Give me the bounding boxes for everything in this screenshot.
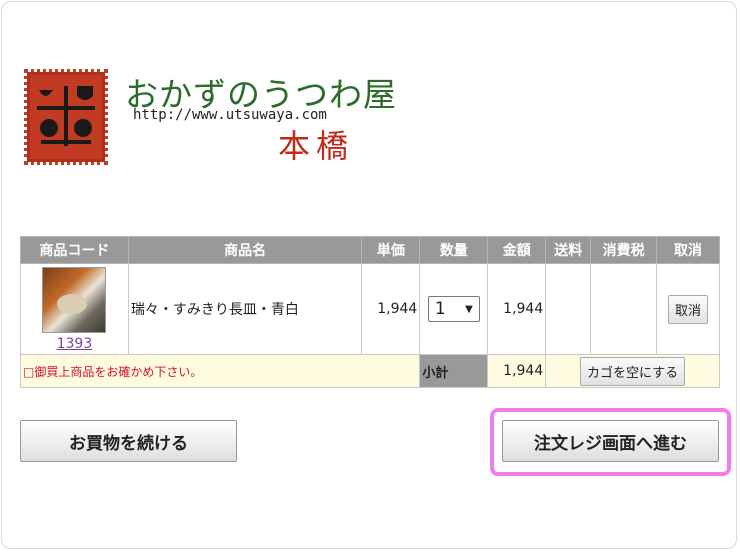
shop-subtitle: 本橋 xyxy=(278,127,355,165)
header-unit-price: 単価 xyxy=(361,236,421,264)
header-cancel: 取消 xyxy=(656,236,720,264)
cart-table: 商品コード 商品名 単価 数量 金額 送料 消費税 取消 1393 瑞々・すみき… xyxy=(19,236,720,388)
quantity-cell: 1 ▼ xyxy=(419,263,489,355)
header-product-code: 商品コード xyxy=(20,236,129,264)
unit-price: 1,944 xyxy=(361,263,421,355)
checkout-button[interactable]: 注文レジ画面へ進む xyxy=(502,420,719,462)
header-product-name: 商品名 xyxy=(127,236,363,264)
subtotal-label: 小計 xyxy=(419,354,489,388)
product-name: 瑞々・すみきり長皿・青白 xyxy=(127,263,363,355)
confirm-items-note: □御買上商品をお確かめ下さい。 xyxy=(19,354,421,388)
line-amount: 1,944 xyxy=(487,263,547,355)
quantity-value: 1 xyxy=(434,299,446,319)
chevron-down-icon: ▼ xyxy=(465,303,473,315)
subtotal-row: □御買上商品をお確かめ下さい。 小計 1,944 カゴを空にする xyxy=(19,354,720,388)
header-shipping: 送料 xyxy=(545,236,592,264)
quantity-select[interactable]: 1 ▼ xyxy=(427,296,480,322)
subtotal-value: 1,944 xyxy=(487,354,547,388)
product-thumbnail[interactable] xyxy=(42,266,107,333)
header-quantity: 数量 xyxy=(419,236,489,264)
header-amount: 金額 xyxy=(487,236,547,264)
shipping-cell xyxy=(545,263,592,355)
header-tax: 消費税 xyxy=(590,236,658,264)
cancel-item-button[interactable]: 取消 xyxy=(668,294,709,324)
table-row: 1393 瑞々・すみきり長皿・青白 1,944 1 ▼ 1,944 取消 xyxy=(20,263,720,355)
table-header-row: 商品コード 商品名 単価 数量 金額 送料 消費税 取消 xyxy=(20,236,720,264)
empty-cart-button[interactable]: カゴを空にする xyxy=(580,356,686,386)
tableware-logo-icon xyxy=(37,86,95,146)
cancel-cell: 取消 xyxy=(656,263,720,355)
product-code-link[interactable]: 1393 xyxy=(21,336,128,352)
product-code-cell: 1393 xyxy=(20,263,129,355)
continue-shopping-button[interactable]: お買物を続ける xyxy=(20,420,237,462)
tax-cell xyxy=(590,263,658,355)
shop-logo-icon xyxy=(24,69,108,165)
empty-cart-cell: カゴを空にする xyxy=(545,354,720,388)
